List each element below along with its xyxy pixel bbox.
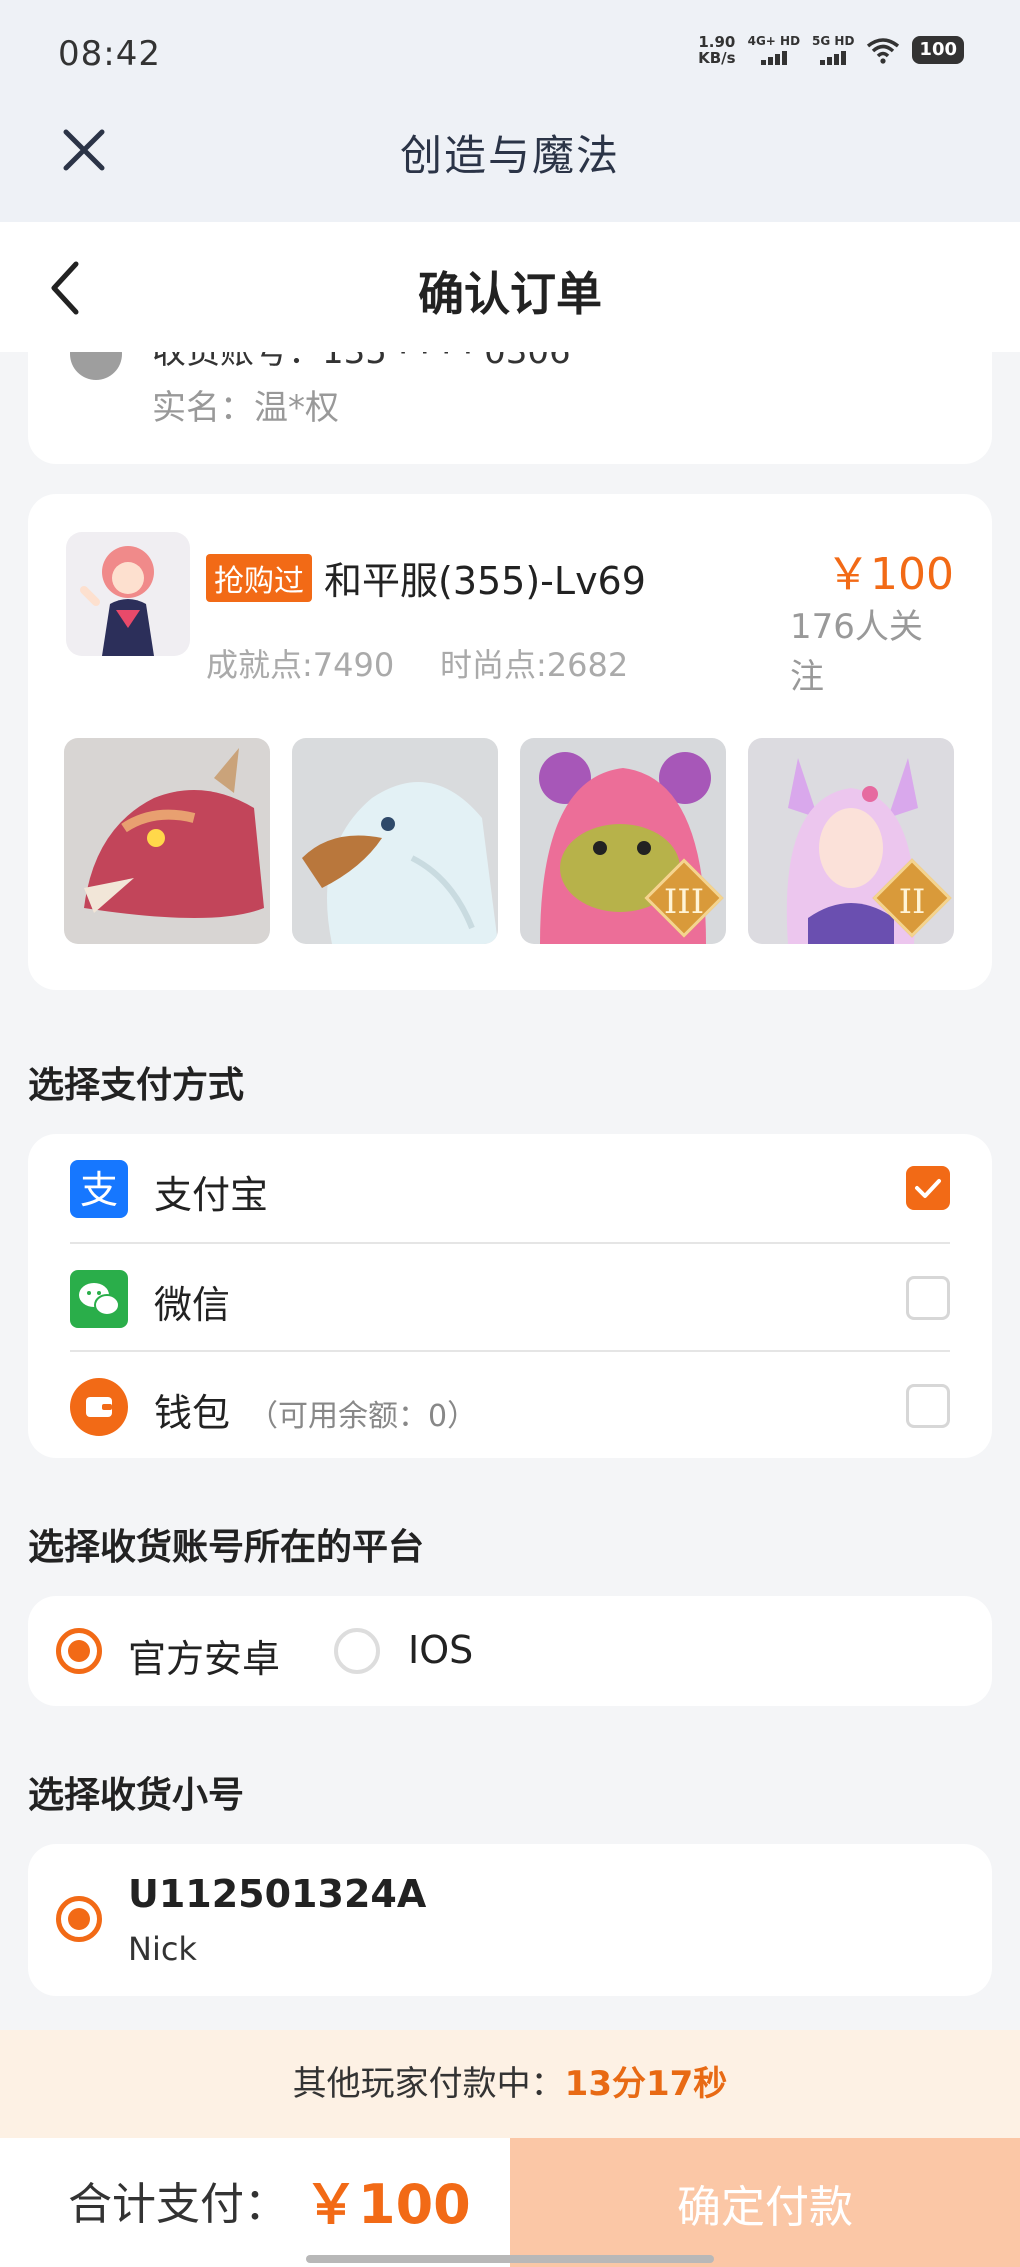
- net-speed-value: 1.90: [698, 33, 736, 51]
- home-indicator[interactable]: [306, 2255, 714, 2263]
- product-gallery: III II: [64, 738, 954, 944]
- product-thumbnail: [66, 532, 190, 656]
- notice-text: 其他玩家付款中：: [292, 2064, 565, 2104]
- payment-methods-card: 支 支付宝 微信 钱包 （可用余额：0）: [28, 1134, 992, 1458]
- sub-account-nick: Nick: [128, 1930, 197, 1968]
- platform-section-title: 选择收货账号所在的平台: [28, 1527, 425, 1568]
- product-price: ￥100: [826, 549, 954, 600]
- android-radio[interactable]: [56, 1628, 102, 1674]
- page-title-overlay: 确认订单: [418, 267, 602, 321]
- checkmark-icon: [915, 1179, 941, 1198]
- status-icons: 1.90 KB/s 4G+ HD 5G HD 100: [698, 34, 964, 66]
- bear-image[interactable]: III: [520, 738, 726, 944]
- rank-badge-label: II: [898, 882, 926, 923]
- wallet-icon: [70, 1378, 128, 1436]
- confirm-pay-button[interactable]: 确定付款: [510, 2138, 1020, 2267]
- account-number: 收货账号：135 · · · · 0306: [152, 352, 571, 372]
- net-speed-unit: KB/s: [698, 49, 736, 67]
- sub-account-card[interactable]: U112501324A Nick: [28, 1844, 992, 1996]
- eagle-image[interactable]: [292, 738, 498, 944]
- wallet-label: 钱包: [154, 1391, 231, 1435]
- payment-option-wallet[interactable]: 钱包 （可用余额：0）: [28, 1352, 992, 1460]
- sub-account-radio[interactable]: [56, 1896, 102, 1942]
- avatar: [70, 352, 122, 380]
- total-amount: ￥100: [304, 2173, 471, 2236]
- address-card[interactable]: 收货账号：135 · · · · 0306 实名：温*权: [28, 352, 992, 464]
- svg-text:支: 支: [80, 1168, 118, 1212]
- wifi-icon: [867, 38, 900, 64]
- status-time: 08:42: [58, 34, 161, 74]
- achievement-points: 成就点:7490: [206, 646, 395, 684]
- fox-spirit-image[interactable]: II: [748, 738, 954, 944]
- signal-4g-label: 4G+ HD: [747, 34, 801, 48]
- wechat-checkbox[interactable]: [906, 1276, 950, 1320]
- payment-label: 钱包 （可用余额：0）: [154, 1382, 477, 1437]
- payment-option-alipay[interactable]: 支 支付宝: [28, 1134, 992, 1242]
- payment-section-title: 选择支付方式: [28, 1065, 245, 1106]
- countdown-timer: 13分17秒: [564, 2064, 728, 2104]
- follower-count: 176人关注: [790, 607, 923, 697]
- net-speed: 1.90 KB/s: [698, 34, 735, 66]
- real-name: 实名：温*权: [152, 388, 339, 428]
- signal-5g-label: 5G HD: [812, 34, 855, 48]
- signal-4g-icon: 4G+ HD: [748, 35, 800, 65]
- battery-icon: 100: [912, 36, 964, 64]
- wallet-checkbox[interactable]: [906, 1384, 950, 1428]
- product-card[interactable]: 抢购过 和平服(355)-Lv69 ￥100 176人关注 成就点:7490 时…: [28, 494, 992, 990]
- alipay-icon: 支: [70, 1160, 128, 1218]
- character-avatar-icon: [80, 546, 154, 656]
- payment-label: 支付宝: [154, 1173, 269, 1217]
- app-title: 创造与魔法: [399, 131, 620, 180]
- product-name: 和平服(355)-Lv69: [324, 559, 646, 603]
- wechat-icon: [70, 1270, 128, 1328]
- rank-badge-label: III: [663, 882, 705, 923]
- sub-account-id: U112501324A: [128, 1872, 427, 1916]
- payment-notice: 其他玩家付款中：13分17秒: [0, 2030, 1020, 2138]
- payment-option-wechat[interactable]: 微信: [28, 1244, 992, 1352]
- signal-5g-icon: 5G HD: [812, 35, 854, 65]
- flash-sale-badge: 抢购过: [206, 554, 312, 602]
- ios-radio[interactable]: [334, 1628, 380, 1674]
- payment-label: 微信: [154, 1283, 231, 1327]
- status-bar: 08:42 1.90 KB/s 4G+ HD 5G HD 100: [0, 0, 1020, 110]
- wallet-balance: （可用余额：0）: [248, 1399, 478, 1434]
- platform-android-label[interactable]: 官方安卓: [128, 1628, 280, 1683]
- total-label: 合计支付：: [68, 2179, 288, 2230]
- dragon-image[interactable]: [64, 738, 270, 944]
- platform-ios-label[interactable]: IOS: [408, 1628, 473, 1672]
- fashion-points: 时尚点:2682: [440, 646, 629, 684]
- sub-account-section-title: 选择收货小号: [28, 1775, 245, 1816]
- alipay-checkbox[interactable]: [906, 1166, 950, 1210]
- platform-card: 官方安卓 IOS: [28, 1596, 992, 1706]
